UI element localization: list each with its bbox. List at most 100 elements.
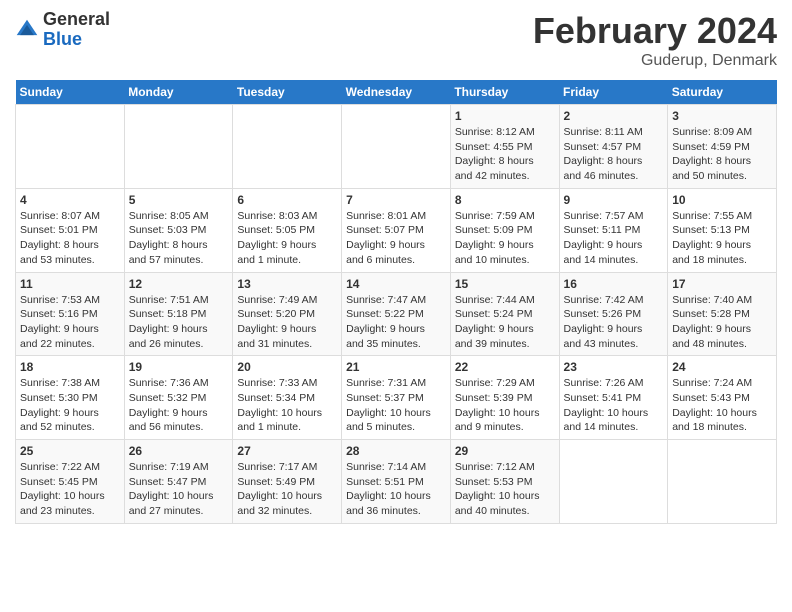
calendar-day-cell: 16 Sunrise: 7:42 AM Sunset: 5:26 PM Dayli… xyxy=(559,272,668,356)
calendar-day-cell: 14 Sunrise: 7:47 AM Sunset: 5:22 PM Dayli… xyxy=(342,272,451,356)
weekday-header-cell: Friday xyxy=(559,80,668,105)
calendar-day-cell xyxy=(124,105,233,189)
day-number: 5 xyxy=(129,193,229,207)
weekday-header-cell: Tuesday xyxy=(233,80,342,105)
calendar-day-cell xyxy=(342,105,451,189)
day-info: Sunrise: 7:55 AM Sunset: 5:13 PM Dayligh… xyxy=(672,209,772,268)
calendar-day-cell: 3 Sunrise: 8:09 AM Sunset: 4:59 PM Daylig… xyxy=(668,105,777,189)
day-number: 2 xyxy=(564,109,664,123)
day-info: Sunrise: 7:22 AM Sunset: 5:45 PM Dayligh… xyxy=(20,460,120,519)
calendar-day-cell: 17 Sunrise: 7:40 AM Sunset: 5:28 PM Dayli… xyxy=(668,272,777,356)
day-number: 7 xyxy=(346,193,446,207)
day-info: Sunrise: 7:49 AM Sunset: 5:20 PM Dayligh… xyxy=(237,293,337,352)
logo-blue-text: Blue xyxy=(43,29,82,49)
day-number: 13 xyxy=(237,277,337,291)
weekday-header-cell: Monday xyxy=(124,80,233,105)
day-number: 9 xyxy=(564,193,664,207)
calendar-day-cell: 7 Sunrise: 8:01 AM Sunset: 5:07 PM Daylig… xyxy=(342,188,451,272)
calendar-week-row: 4Sunrise: 8:07 AM Sunset: 5:01 PM Daylig… xyxy=(16,188,777,272)
location: Guderup, Denmark xyxy=(533,52,777,70)
calendar-day-cell: 22 Sunrise: 7:29 AM Sunset: 5:39 PM Dayli… xyxy=(450,356,559,440)
day-info: Sunrise: 7:31 AM Sunset: 5:37 PM Dayligh… xyxy=(346,376,446,435)
calendar-day-cell: 2 Sunrise: 8:11 AM Sunset: 4:57 PM Daylig… xyxy=(559,105,668,189)
calendar-day-cell: 9 Sunrise: 7:57 AM Sunset: 5:11 PM Daylig… xyxy=(559,188,668,272)
calendar-day-cell: 1Sunrise: 8:12 AM Sunset: 4:55 PM Daylig… xyxy=(450,105,559,189)
day-info: Sunrise: 7:47 AM Sunset: 5:22 PM Dayligh… xyxy=(346,293,446,352)
calendar-day-cell: 24Sunrise: 7:24 AM Sunset: 5:43 PM Dayli… xyxy=(668,356,777,440)
day-info: Sunrise: 7:53 AM Sunset: 5:16 PM Dayligh… xyxy=(20,293,120,352)
calendar-day-cell: 6 Sunrise: 8:03 AM Sunset: 5:05 PM Daylig… xyxy=(233,188,342,272)
logo: General Blue xyxy=(15,10,110,50)
day-info: Sunrise: 8:03 AM Sunset: 5:05 PM Dayligh… xyxy=(237,209,337,268)
day-number: 1 xyxy=(455,109,555,123)
logo-icon xyxy=(15,18,39,42)
weekday-header-cell: Saturday xyxy=(668,80,777,105)
day-number: 16 xyxy=(564,277,664,291)
day-info: Sunrise: 7:12 AM Sunset: 5:53 PM Dayligh… xyxy=(455,460,555,519)
calendar-day-cell: 13 Sunrise: 7:49 AM Sunset: 5:20 PM Dayli… xyxy=(233,272,342,356)
day-number: 28 xyxy=(346,444,446,458)
calendar-day-cell: 21 Sunrise: 7:31 AM Sunset: 5:37 PM Dayli… xyxy=(342,356,451,440)
day-number: 21 xyxy=(346,360,446,374)
calendar-week-row: 1Sunrise: 8:12 AM Sunset: 4:55 PM Daylig… xyxy=(16,105,777,189)
day-info: Sunrise: 7:42 AM Sunset: 5:26 PM Dayligh… xyxy=(564,293,664,352)
calendar-table: SundayMondayTuesdayWednesdayThursdayFrid… xyxy=(15,80,777,524)
day-info: Sunrise: 8:11 AM Sunset: 4:57 PM Dayligh… xyxy=(564,125,664,184)
weekday-header-cell: Wednesday xyxy=(342,80,451,105)
page-header: General Blue February 2024 Guderup, Denm… xyxy=(15,10,777,70)
calendar-body: 1Sunrise: 8:12 AM Sunset: 4:55 PM Daylig… xyxy=(16,105,777,524)
calendar-day-cell xyxy=(559,440,668,524)
weekday-header-cell: Sunday xyxy=(16,80,125,105)
day-info: Sunrise: 7:36 AM Sunset: 5:32 PM Dayligh… xyxy=(129,376,229,435)
calendar-day-cell: 12 Sunrise: 7:51 AM Sunset: 5:18 PM Dayli… xyxy=(124,272,233,356)
calendar-day-cell: 27Sunrise: 7:17 AM Sunset: 5:49 PM Dayli… xyxy=(233,440,342,524)
calendar-day-cell: 10Sunrise: 7:55 AM Sunset: 5:13 PM Dayli… xyxy=(668,188,777,272)
calendar-day-cell: 28Sunrise: 7:14 AM Sunset: 5:51 PM Dayli… xyxy=(342,440,451,524)
weekday-header-cell: Thursday xyxy=(450,80,559,105)
day-info: Sunrise: 7:38 AM Sunset: 5:30 PM Dayligh… xyxy=(20,376,120,435)
day-number: 25 xyxy=(20,444,120,458)
day-number: 24 xyxy=(672,360,772,374)
calendar-day-cell: 11Sunrise: 7:53 AM Sunset: 5:16 PM Dayli… xyxy=(16,272,125,356)
day-info: Sunrise: 7:57 AM Sunset: 5:11 PM Dayligh… xyxy=(564,209,664,268)
day-info: Sunrise: 8:07 AM Sunset: 5:01 PM Dayligh… xyxy=(20,209,120,268)
day-number: 6 xyxy=(237,193,337,207)
calendar-day-cell xyxy=(16,105,125,189)
month-title: February 2024 xyxy=(533,10,777,52)
calendar-week-row: 18 Sunrise: 7:38 AM Sunset: 5:30 PM Dayli… xyxy=(16,356,777,440)
day-number: 23 xyxy=(564,360,664,374)
title-block: February 2024 Guderup, Denmark xyxy=(533,10,777,70)
day-info: Sunrise: 8:05 AM Sunset: 5:03 PM Dayligh… xyxy=(129,209,229,268)
day-number: 18 xyxy=(20,360,120,374)
day-info: Sunrise: 8:01 AM Sunset: 5:07 PM Dayligh… xyxy=(346,209,446,268)
day-number: 20 xyxy=(237,360,337,374)
day-info: Sunrise: 7:59 AM Sunset: 5:09 PM Dayligh… xyxy=(455,209,555,268)
day-info: Sunrise: 7:44 AM Sunset: 5:24 PM Dayligh… xyxy=(455,293,555,352)
calendar-day-cell: 5 Sunrise: 8:05 AM Sunset: 5:03 PM Daylig… xyxy=(124,188,233,272)
day-info: Sunrise: 8:09 AM Sunset: 4:59 PM Dayligh… xyxy=(672,125,772,184)
day-info: Sunrise: 7:33 AM Sunset: 5:34 PM Dayligh… xyxy=(237,376,337,435)
day-number: 17 xyxy=(672,277,772,291)
calendar-day-cell: 8Sunrise: 7:59 AM Sunset: 5:09 PM Daylig… xyxy=(450,188,559,272)
calendar-day-cell: 18 Sunrise: 7:38 AM Sunset: 5:30 PM Dayli… xyxy=(16,356,125,440)
day-info: Sunrise: 7:29 AM Sunset: 5:39 PM Dayligh… xyxy=(455,376,555,435)
day-number: 19 xyxy=(129,360,229,374)
day-info: Sunrise: 7:40 AM Sunset: 5:28 PM Dayligh… xyxy=(672,293,772,352)
day-number: 27 xyxy=(237,444,337,458)
logo-general-text: General xyxy=(43,9,110,29)
day-number: 22 xyxy=(455,360,555,374)
calendar-day-cell: 19 Sunrise: 7:36 AM Sunset: 5:32 PM Dayli… xyxy=(124,356,233,440)
day-number: 14 xyxy=(346,277,446,291)
day-info: Sunrise: 7:51 AM Sunset: 5:18 PM Dayligh… xyxy=(129,293,229,352)
calendar-day-cell: 25 Sunrise: 7:22 AM Sunset: 5:45 PM Dayli… xyxy=(16,440,125,524)
weekday-header-row: SundayMondayTuesdayWednesdayThursdayFrid… xyxy=(16,80,777,105)
calendar-week-row: 25 Sunrise: 7:22 AM Sunset: 5:45 PM Dayli… xyxy=(16,440,777,524)
calendar-day-cell xyxy=(668,440,777,524)
day-info: Sunrise: 7:26 AM Sunset: 5:41 PM Dayligh… xyxy=(564,376,664,435)
day-number: 3 xyxy=(672,109,772,123)
calendar-week-row: 11Sunrise: 7:53 AM Sunset: 5:16 PM Dayli… xyxy=(16,272,777,356)
calendar-day-cell: 15 Sunrise: 7:44 AM Sunset: 5:24 PM Dayli… xyxy=(450,272,559,356)
calendar-day-cell: 20 Sunrise: 7:33 AM Sunset: 5:34 PM Dayli… xyxy=(233,356,342,440)
day-number: 15 xyxy=(455,277,555,291)
day-number: 12 xyxy=(129,277,229,291)
